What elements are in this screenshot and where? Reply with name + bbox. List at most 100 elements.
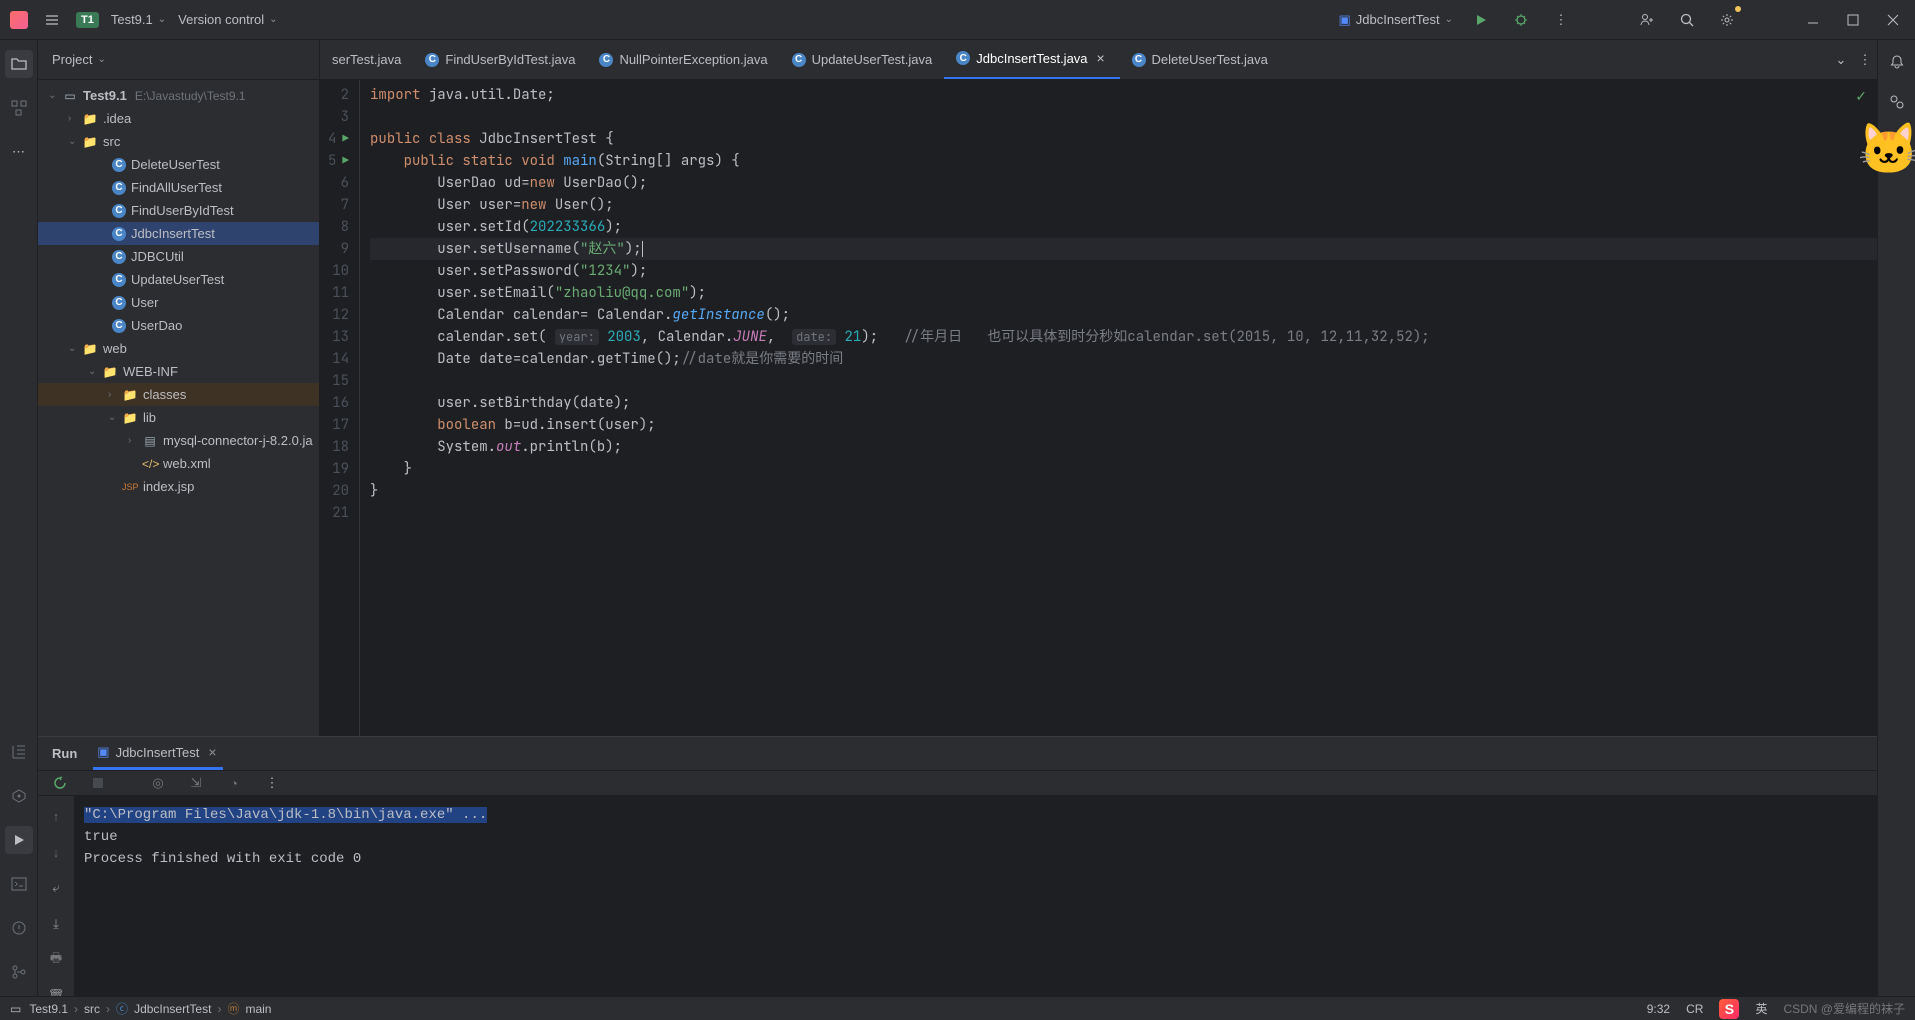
tree-label: web	[103, 341, 127, 356]
tree-folder-idea[interactable]: ›📁.idea	[38, 107, 319, 130]
tree-file-jsp[interactable]: JSPindex.jsp	[38, 475, 319, 498]
breadcrumb-item[interactable]: src	[84, 1002, 100, 1016]
console-output[interactable]: "C:\Program Files\Java\jdk-1.8\bin\java.…	[74, 796, 1877, 996]
left-tool-strip: ⋯	[0, 40, 38, 996]
project-tree[interactable]: ⌄▭ Test9.1 E:\Javastudy\Test9.1 ›📁.idea …	[38, 80, 319, 502]
run-config-tab[interactable]: ▣ JdbcInsertTest ×	[93, 737, 223, 770]
console-text: true	[84, 826, 1867, 848]
tree-file[interactable]: CDeleteUserTest	[38, 153, 319, 176]
settings-icon[interactable]	[1715, 8, 1739, 32]
project-view-dropdown[interactable]: Project ⌄	[52, 52, 106, 67]
run-config-name: JdbcInsertTest	[1356, 12, 1440, 27]
ime-label: 英	[1755, 1000, 1767, 1017]
code-editor[interactable]: ✓ 23 4▶ 5▶ 678 91011 121314 151617 18192…	[320, 80, 1877, 736]
tab-label: UpdateUserTest.java	[812, 52, 933, 67]
close-icon[interactable]: ×	[1094, 51, 1108, 65]
clear-icon[interactable]: 🗑	[44, 984, 68, 996]
tree-label: .idea	[103, 111, 131, 126]
terminal-tool-icon[interactable]	[5, 870, 33, 898]
run-tool-icon[interactable]	[5, 826, 33, 854]
search-icon[interactable]	[1675, 8, 1699, 32]
tab-list-icon[interactable]: ⌄	[1829, 48, 1853, 72]
tree-folder-classes[interactable]: ›📁classes	[38, 383, 319, 406]
run-config-dropdown[interactable]: ▣ JdbcInsertTest ⌄	[1338, 12, 1453, 28]
analysis-ok-icon[interactable]: ✓	[1855, 88, 1867, 106]
project-tool-icon[interactable]	[5, 50, 33, 78]
editor-tab[interactable]: serTest.java	[320, 40, 413, 80]
console-text: "C:\Program Files\Java\jdk-1.8\bin\java.…	[84, 807, 487, 823]
run-tab-header[interactable]: Run	[48, 737, 81, 770]
run-icon[interactable]	[1469, 8, 1493, 32]
more-tool-icon[interactable]: ⋯	[5, 138, 33, 166]
export-icon[interactable]: ⇲	[184, 771, 208, 795]
project-dropdown[interactable]: Test9.1 ⌄	[111, 12, 166, 27]
editor-tab-active[interactable]: CJdbcInsertTest.java×	[944, 40, 1119, 80]
screenshot-icon[interactable]: ◎	[146, 771, 170, 795]
right-tool-strip: 🐱	[1877, 40, 1915, 996]
tree-label: src	[103, 134, 120, 149]
tree-file[interactable]: CUpdateUserTest	[38, 268, 319, 291]
down-stack-icon[interactable]: ↓	[44, 840, 68, 864]
stop-icon[interactable]	[86, 771, 110, 795]
rerun-icon[interactable]	[48, 771, 72, 795]
close-icon[interactable]: ×	[205, 745, 219, 759]
ai-assistant-icon[interactable]	[1885, 90, 1909, 114]
project-panel: Project ⌄ ⌄▭ Test9.1 E:\Javastudy\Test9.…	[38, 40, 320, 736]
maximize-icon[interactable]	[1841, 8, 1865, 32]
tree-label: web.xml	[163, 456, 211, 471]
tree-file-jar[interactable]: ›▤mysql-connector-j-8.2.0.ja	[38, 429, 319, 452]
breadcrumb-item[interactable]: main	[245, 1002, 271, 1016]
tab-more-icon[interactable]: ⋮	[1853, 48, 1877, 72]
line-ending[interactable]: CR	[1686, 1002, 1703, 1016]
more-icon[interactable]: ⋮	[1549, 8, 1573, 32]
tree-file-selected[interactable]: CJdbcInsertTest	[38, 222, 319, 245]
notifications-icon[interactable]	[1885, 50, 1909, 74]
structure-tool-icon[interactable]	[5, 94, 33, 122]
tree-root[interactable]: ⌄▭ Test9.1 E:\Javastudy\Test9.1	[38, 84, 319, 107]
code-content[interactable]: import java.util.Date; public class Jdbc…	[360, 80, 1877, 736]
tree-file-xml[interactable]: </>web.xml	[38, 452, 319, 475]
tree-folder-web[interactable]: ⌄📁web	[38, 337, 319, 360]
problems-tool-icon[interactable]	[5, 914, 33, 942]
tree-folder-webinf[interactable]: ⌄📁WEB-INF	[38, 360, 319, 383]
tree-file[interactable]: CUserDao	[38, 314, 319, 337]
editor-tab[interactable]: CUpdateUserTest.java	[780, 40, 945, 80]
watermark: CSDN @爱编程的袜子	[1783, 1000, 1905, 1017]
close-icon[interactable]	[1881, 8, 1905, 32]
chevron-down-icon: ⌄	[1445, 14, 1453, 25]
breadcrumb-item[interactable]: Test9.1	[29, 1002, 68, 1016]
up-stack-icon[interactable]: ↑	[44, 804, 68, 828]
main-menu-icon[interactable]	[40, 8, 64, 32]
more-icon[interactable]: ⋮	[260, 771, 284, 795]
editor-tab[interactable]: CDeleteUserTest.java	[1120, 40, 1280, 80]
run-panel: Run ▣ JdbcInsertTest × ◎ ⇲ ◔ ⋮ ↑ ↓	[38, 736, 1877, 996]
breadcrumb-item[interactable]: JdbcInsertTest	[134, 1002, 211, 1016]
tree-file[interactable]: CFindAllUserTest	[38, 176, 319, 199]
services-icon[interactable]	[5, 782, 33, 810]
cursor-position[interactable]: 9:32	[1647, 1002, 1670, 1016]
tree-file[interactable]: CJDBCUtil	[38, 245, 319, 268]
breadcrumb[interactable]: Test9.1› src› ⓒJdbcInsertTest› ⓜmain	[29, 1000, 271, 1017]
minimize-icon[interactable]	[1801, 8, 1825, 32]
bookmarks-icon[interactable]	[5, 738, 33, 766]
editor-tabs: serTest.java CFindUserByIdTest.java CNul…	[320, 40, 1877, 80]
debug-icon[interactable]	[1509, 8, 1533, 32]
scroll-end-icon[interactable]: ⤓	[44, 912, 68, 936]
tab-label: NullPointerException.java	[619, 52, 767, 67]
soft-wrap-icon[interactable]: ⤶	[44, 876, 68, 900]
tree-label: FindAllUserTest	[131, 180, 222, 195]
ime-icon[interactable]: S	[1719, 999, 1739, 1019]
print-icon[interactable]: 🖶	[44, 948, 68, 972]
code-with-me-icon[interactable]	[1635, 8, 1659, 32]
tree-folder-src[interactable]: ⌄📁src	[38, 130, 319, 153]
layout-icon[interactable]: ◔	[222, 771, 246, 795]
tree-folder-lib[interactable]: ⌄📁lib	[38, 406, 319, 429]
tab-label: DeleteUserTest.java	[1152, 52, 1268, 67]
tree-file[interactable]: CFindUserByIdTest	[38, 199, 319, 222]
git-tool-icon[interactable]	[5, 958, 33, 986]
vcs-dropdown[interactable]: Version control ⌄	[178, 12, 277, 27]
tree-file[interactable]: CUser	[38, 291, 319, 314]
editor-tab[interactable]: CFindUserByIdTest.java	[413, 40, 587, 80]
tree-label: mysql-connector-j-8.2.0.ja	[163, 433, 313, 448]
editor-tab[interactable]: CNullPointerException.java	[587, 40, 779, 80]
